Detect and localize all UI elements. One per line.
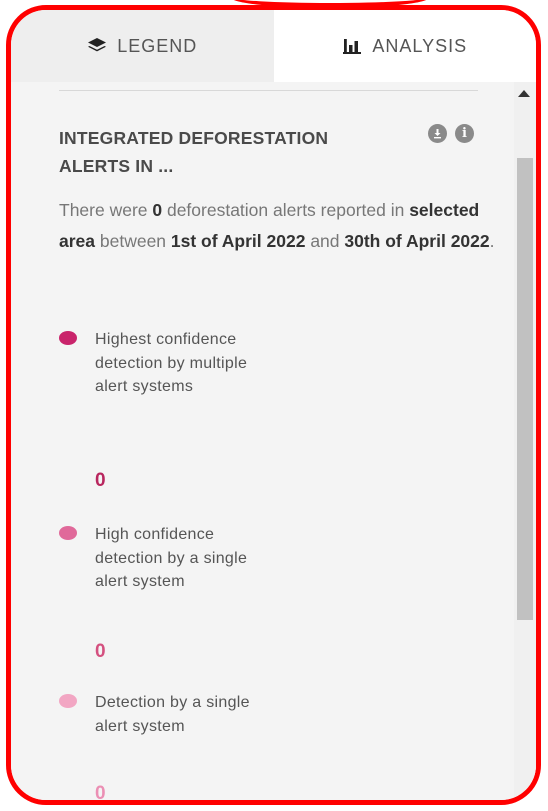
legend-item-label: High confidence detection by a single al…: [95, 526, 248, 590]
widget-title-line2: ALERTS IN ...: [59, 156, 174, 176]
legend-item-value: 0: [95, 783, 106, 804]
summary-text: and: [305, 231, 345, 251]
legend-item-value: 0: [95, 641, 106, 662]
tab-bar: LEGEND ANALYSIS: [11, 10, 536, 82]
screenshot-root: LEGEND ANALYSIS INTEGRATED DEFORESTATION…: [0, 0, 548, 811]
tab-legend[interactable]: LEGEND: [11, 10, 274, 82]
scrollbar[interactable]: [514, 82, 536, 800]
tab-analysis[interactable]: ANALYSIS: [273, 10, 536, 82]
legend-dot-icon: [59, 694, 77, 708]
analysis-panel: INTEGRATED DEFORESTATION ALERTS IN ... i…: [11, 82, 536, 800]
summary-text: .: [489, 231, 495, 251]
download-icon[interactable]: [428, 124, 447, 143]
legend-dot-icon: [59, 526, 77, 540]
summary-text: between: [95, 231, 171, 251]
layers-icon: [87, 37, 107, 55]
scroll-up-arrow-icon[interactable]: [518, 90, 530, 97]
legend-item-label: Detection by a single alert system: [95, 694, 250, 735]
summary-text: There were: [59, 200, 153, 220]
widget-actions: i: [428, 124, 474, 143]
divider: [59, 90, 478, 91]
tab-analysis-label: ANALYSIS: [372, 35, 468, 56]
summary-count: 0: [152, 200, 163, 220]
bar-chart-icon: [342, 37, 362, 55]
info-icon[interactable]: i: [455, 124, 474, 143]
legend-dot-icon: [59, 331, 77, 345]
annotation-frame: LEGEND ANALYSIS INTEGRATED DEFORESTATION…: [6, 5, 541, 805]
legend-item-value: 0: [95, 470, 106, 491]
widget-summary: There were 0 deforestation alerts report…: [59, 195, 499, 257]
scroll-thumb[interactable]: [517, 158, 533, 620]
summary-text: deforestation alerts reported in: [162, 200, 410, 220]
summary-start-date: 1st of April 2022: [170, 231, 306, 251]
tab-legend-label: LEGEND: [117, 35, 198, 56]
summary-end-date: 30th of April 2022: [344, 231, 490, 251]
legend-item-label: Highest confidence detection by multiple…: [95, 331, 248, 395]
widget-title-line1: INTEGRATED DEFORESTATION: [59, 128, 329, 148]
widget-title: INTEGRATED DEFORESTATION ALERTS IN ...: [59, 124, 379, 180]
